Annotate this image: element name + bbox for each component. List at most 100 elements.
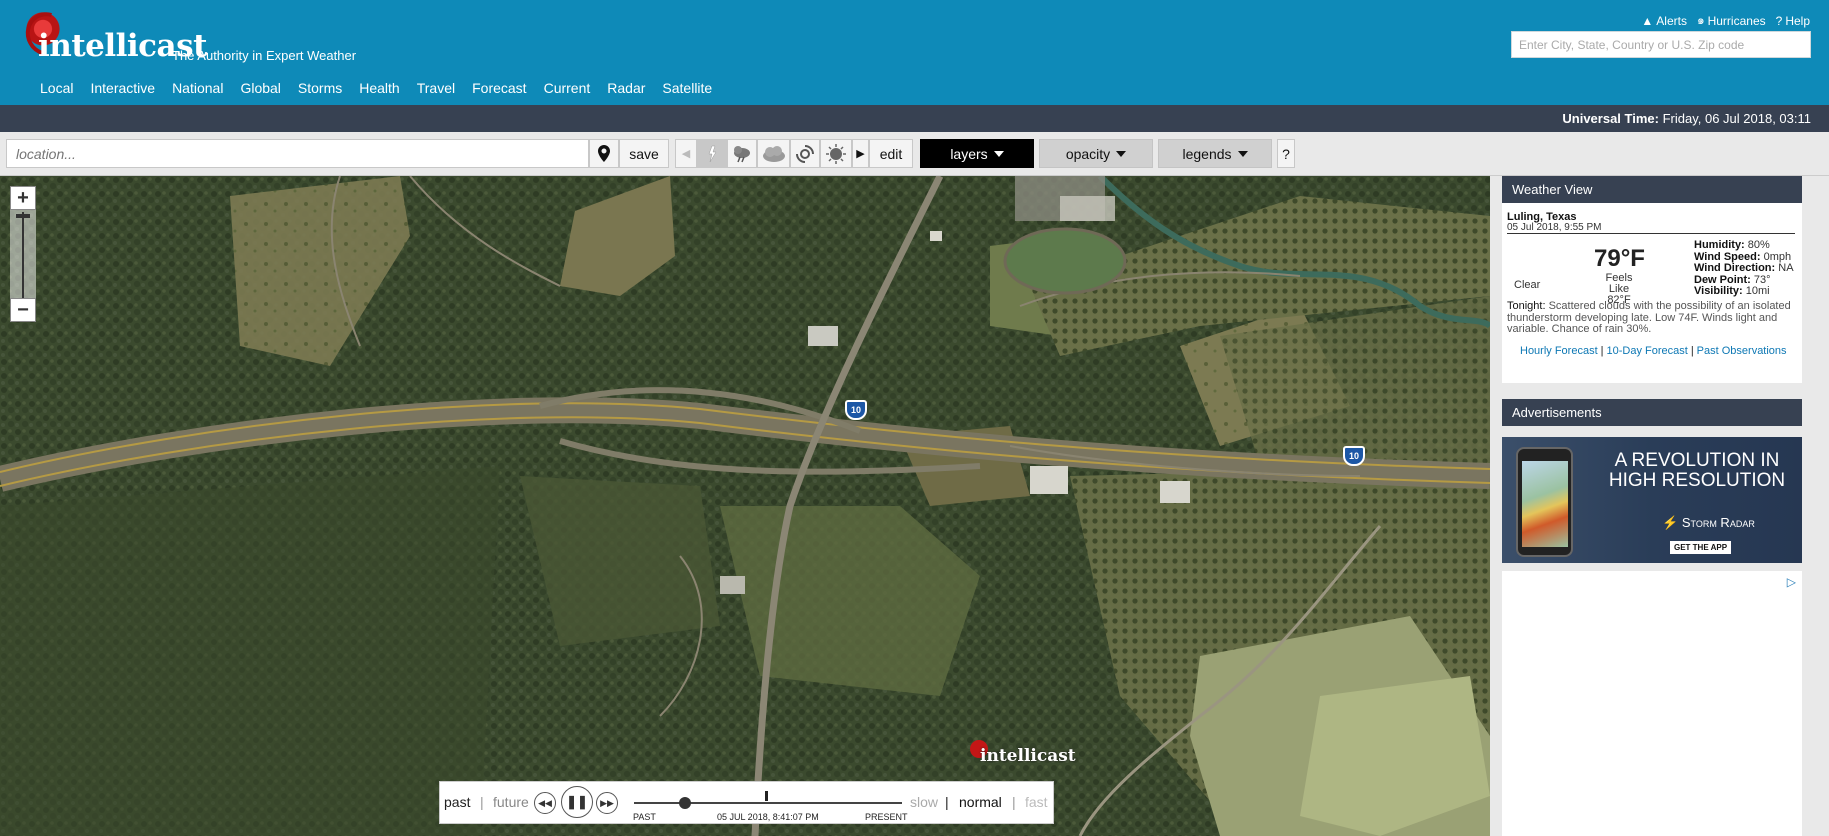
speed-fast[interactable]: fast xyxy=(1025,794,1048,810)
nav-global[interactable]: Global xyxy=(240,80,280,96)
separator: | xyxy=(1012,794,1016,810)
lightning-layer-icon xyxy=(708,145,717,162)
universal-time-value: Friday, 06 Jul 2018, 03:11 xyxy=(1662,111,1811,126)
zoom-out-button[interactable]: − xyxy=(10,298,36,322)
zoom-in-button[interactable]: + xyxy=(10,186,36,210)
timeline-track[interactable] xyxy=(634,791,902,809)
ten-day-forecast-link[interactable]: 10-Day Forecast xyxy=(1607,345,1688,357)
intellicast-logo[interactable]: intellicast xyxy=(22,10,207,64)
map-pin-icon xyxy=(598,145,610,162)
tonight-text: Scattered clouds with the possibility of… xyxy=(1507,300,1791,335)
current-condition: Clear xyxy=(1514,279,1541,291)
timeline-past-label: PAST xyxy=(633,812,656,822)
location-search-input[interactable] xyxy=(1511,31,1811,58)
top-links: ▲ Alerts ๑ Hurricanes ? Help xyxy=(1641,11,1810,30)
divider xyxy=(1507,233,1795,234)
alerts-link[interactable]: ▲ Alerts xyxy=(1641,11,1687,30)
edit-button[interactable]: edit xyxy=(869,139,913,168)
caret-right-icon: ▶ xyxy=(856,148,865,160)
pause-icon: ❚❚ xyxy=(566,794,588,809)
layers-scroll-right-button[interactable]: ▶ xyxy=(852,139,869,168)
zoom-control: + − xyxy=(10,186,36,322)
weather-view-heading: Weather View xyxy=(1502,176,1802,203)
separator: | xyxy=(480,794,484,810)
advertisements-heading: Advertisements xyxy=(1502,399,1802,426)
rewind-icon: ◀◀ xyxy=(538,797,552,808)
sun-icon xyxy=(826,143,846,164)
layer-lightning-button[interactable] xyxy=(697,139,727,168)
layer-cloud-button[interactable] xyxy=(757,139,790,168)
caret-down-icon xyxy=(993,150,1004,157)
timeline-present-label: PRESENT xyxy=(865,812,908,822)
interstate-10-shield-icon: 10 xyxy=(1343,446,1365,466)
get-the-app-button[interactable]: GET THE APP xyxy=(1670,541,1732,554)
forecast-links: Hourly Forecast | 10-Day Forecast | Past Obs… xyxy=(1520,345,1787,357)
map-toolbar: save ◀ ▶ edit layers opacity legends ? xyxy=(0,132,1829,176)
separator: | xyxy=(945,794,949,810)
phone-image xyxy=(1516,447,1573,557)
map-help-button[interactable]: ? xyxy=(1277,139,1295,168)
ad-brand: ⚡ Storm Radar xyxy=(1662,515,1755,530)
intellicast-watermark: intellicast xyxy=(970,740,1076,766)
weather-view-panel: Luling, Texas 05 Jul 2018, 9:55 PM Clear… xyxy=(1502,203,1802,383)
past-toggle[interactable]: past xyxy=(444,794,470,810)
satellite-map[interactable]: + − 10 10 intellicast past | future ◀◀ ❚… xyxy=(0,176,1490,836)
adchoices-icon[interactable]: ▷ xyxy=(1787,575,1796,589)
nav-current[interactable]: Current xyxy=(544,80,591,96)
nav-forecast[interactable]: Forecast xyxy=(472,80,526,96)
nav-storms[interactable]: Storms xyxy=(298,80,342,96)
help-link[interactable]: ? Help xyxy=(1776,11,1810,30)
cloud-icon xyxy=(762,145,785,162)
legends-dropdown[interactable]: legends xyxy=(1158,139,1272,168)
zoom-slider-handle[interactable] xyxy=(16,214,30,218)
nav-interactive[interactable]: Interactive xyxy=(90,80,155,96)
caret-down-icon xyxy=(1237,150,1248,157)
lightning-icon: ⚡ xyxy=(1662,515,1679,530)
tagline: The Authority in Expert Weather xyxy=(172,48,357,63)
satellite-imagery xyxy=(0,176,1490,836)
layer-temperature-button[interactable] xyxy=(820,139,852,168)
pause-button[interactable]: ❚❚ xyxy=(561,786,593,818)
hourly-forecast-link[interactable]: Hourly Forecast xyxy=(1520,345,1598,357)
nav-local[interactable]: Local xyxy=(40,80,73,96)
zoom-rail[interactable] xyxy=(22,212,24,302)
past-observations-link[interactable]: Past Observations xyxy=(1697,345,1787,357)
universal-time-bar: Universal Time: Friday, 06 Jul 2018, 03:… xyxy=(0,105,1829,132)
nav-national[interactable]: National xyxy=(172,80,223,96)
ad-headline: A REVOLUTION IN HIGH RESOLUTION xyxy=(1608,450,1786,491)
storm-cloud-icon xyxy=(734,145,750,162)
site-header: intellicast The Authority in Expert Weat… xyxy=(0,0,1829,105)
warning-icon: ▲ xyxy=(1641,13,1654,28)
caret-left-icon: ◀ xyxy=(681,148,691,160)
nav-radar[interactable]: Radar xyxy=(607,80,645,96)
opacity-dropdown[interactable]: opacity xyxy=(1039,139,1153,168)
layer-storm-button[interactable] xyxy=(727,139,757,168)
layers-dropdown[interactable]: layers xyxy=(920,139,1034,168)
universal-time-label: Universal Time: xyxy=(1562,111,1659,126)
caret-down-icon xyxy=(1116,150,1127,157)
timeline-current-time: 05 JUL 2018, 8:41:07 PM xyxy=(717,812,819,822)
fast-forward-button[interactable]: ▶▶ xyxy=(596,792,618,814)
layer-hurricane-button[interactable] xyxy=(790,139,820,168)
hurricanes-link[interactable]: ๑ Hurricanes xyxy=(1697,11,1766,30)
nav-travel[interactable]: Travel xyxy=(417,80,455,96)
future-toggle[interactable]: future xyxy=(493,794,529,810)
layers-scroll-left-button[interactable]: ◀ xyxy=(675,139,697,168)
speed-normal[interactable]: normal xyxy=(959,794,1002,810)
timeline-handle[interactable] xyxy=(678,797,691,809)
nav-health[interactable]: Health xyxy=(359,80,399,96)
locate-button[interactable] xyxy=(589,139,619,168)
right-sidebar: Weather View Luling, Texas 05 Jul 2018, … xyxy=(1490,176,1829,836)
save-button[interactable]: save xyxy=(619,139,669,168)
speed-slow[interactable]: slow xyxy=(910,794,938,810)
feels-like-label: Feels Like xyxy=(1605,272,1633,295)
map-location-input[interactable] xyxy=(6,139,589,168)
question-icon: ? xyxy=(1775,13,1783,28)
tonight-label: Tonight: xyxy=(1507,300,1546,312)
hurricane-icon: ๑ xyxy=(1696,13,1705,27)
ad-slot: ▷ xyxy=(1502,571,1802,836)
rewind-button[interactable]: ◀◀ xyxy=(534,792,556,814)
storm-radar-ad[interactable]: A REVOLUTION IN HIGH RESOLUTION ⚡ Storm … xyxy=(1502,437,1802,563)
nav-satellite[interactable]: Satellite xyxy=(662,80,712,96)
interstate-10-shield-icon: 10 xyxy=(845,400,867,420)
